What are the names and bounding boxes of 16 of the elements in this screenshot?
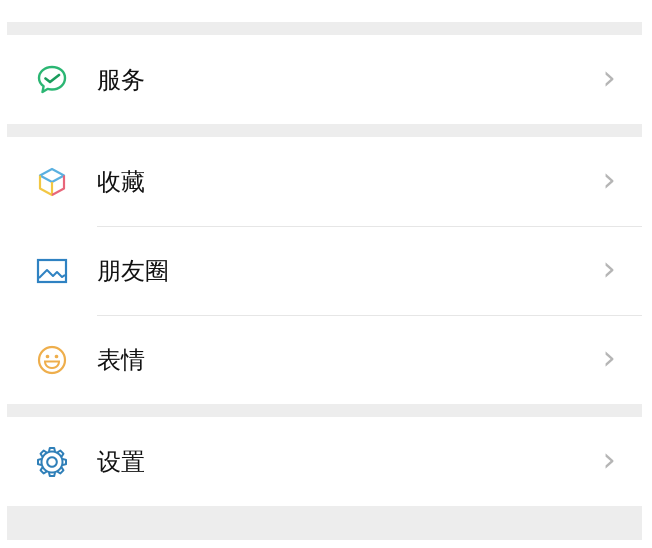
- chevron-icon: ›: [602, 60, 616, 98]
- settings-icon: [35, 444, 69, 478]
- menu-label: 收藏: [97, 166, 146, 198]
- menu-item[interactable]: 服务 ›: [7, 35, 642, 124]
- menu-item[interactable]: 表情 ›: [7, 315, 642, 404]
- menu-item[interactable]: 设置 ›: [7, 417, 642, 506]
- chevron-icon: ›: [602, 442, 616, 480]
- menu-item[interactable]: 收藏 ›: [7, 137, 642, 226]
- menu-label: 设置: [97, 446, 146, 478]
- menu-label: 服务: [97, 64, 146, 96]
- chevron-icon: ›: [602, 162, 616, 200]
- chevron-icon: ›: [602, 340, 616, 378]
- menu-label: 朋友圈: [97, 256, 170, 286]
- chevron-icon: ›: [602, 252, 616, 290]
- menu-label: 表情: [97, 344, 146, 376]
- menu-item[interactable]: 朋友圈 ›: [7, 226, 642, 315]
